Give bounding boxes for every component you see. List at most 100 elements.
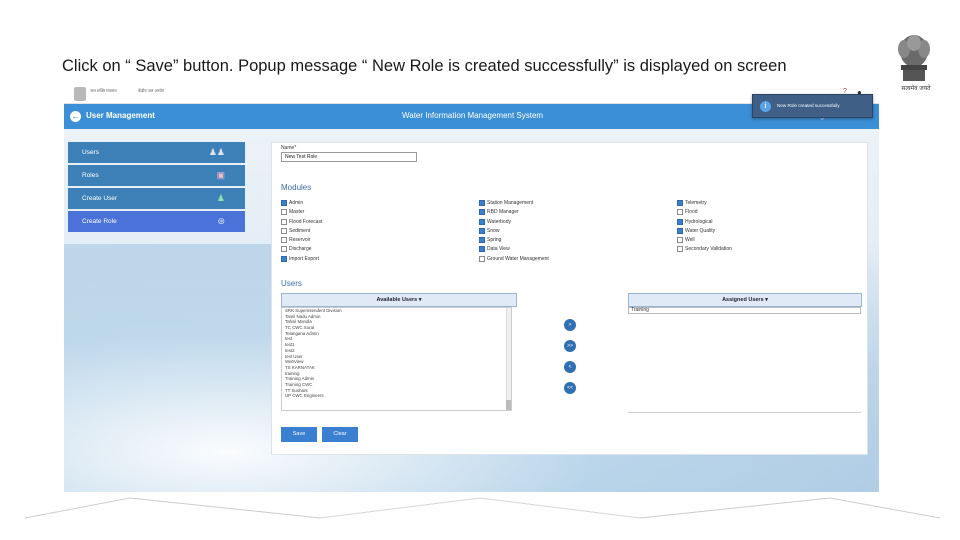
module-label: Secondary Validation bbox=[685, 246, 732, 253]
success-toast: i New Role created successfully bbox=[752, 94, 873, 118]
list-scrollbar[interactable] bbox=[506, 308, 511, 410]
module-label: Flood Forecast bbox=[289, 218, 323, 225]
assigned-users-header[interactable]: Assigned Users ▾ bbox=[628, 293, 862, 307]
sidebar-item-roles[interactable]: Roles ▣ bbox=[68, 165, 245, 186]
gov-header-left: जल शक्ति मंत्रालय bbox=[90, 88, 117, 93]
modules-column-2: Station Management RBD Manager Waterbody Sn… bbox=[479, 199, 549, 264]
module-label: Discharge bbox=[289, 246, 312, 253]
module-option[interactable]: Station Management bbox=[479, 199, 549, 208]
sidebar: Users ♟♟ Roles ▣ Create User ♟ Create Ro… bbox=[68, 142, 245, 234]
available-users-list[interactable]: SRK Superintendent Division Tamil Nadu Ad… bbox=[281, 307, 512, 411]
module-label: Flood bbox=[685, 209, 698, 216]
module-checkbox[interactable] bbox=[677, 200, 683, 206]
add-user-icon: ♟ bbox=[216, 193, 225, 203]
move-all-right-button[interactable]: >> bbox=[564, 340, 576, 352]
move-all-left-button[interactable]: << bbox=[564, 382, 576, 394]
sidebar-item-label: Create Role bbox=[82, 218, 117, 225]
module-label: Admin bbox=[289, 200, 304, 206]
role-name-input[interactable]: New Test Role bbox=[281, 152, 417, 162]
module-option[interactable]: Waterbody bbox=[479, 218, 549, 227]
clear-button[interactable]: Clear bbox=[322, 427, 358, 442]
module-option[interactable]: Flood Forecast bbox=[281, 218, 322, 227]
module-label: RBD Manager bbox=[487, 209, 519, 216]
module-checkbox[interactable] bbox=[479, 246, 485, 253]
module-checkbox[interactable] bbox=[281, 209, 287, 216]
create-role-icon: ⊛ bbox=[217, 216, 225, 226]
module-label: Spring bbox=[487, 237, 502, 244]
app-screenshot: जल शक्ति मंत्रालय केंद्रीय जल आयोग ? ● ←… bbox=[64, 84, 879, 492]
module-label: Master bbox=[289, 209, 305, 216]
create-role-form: Name* New Test Role Modules Admin Master F… bbox=[271, 142, 868, 455]
scroll-thumb[interactable] bbox=[506, 400, 511, 410]
module-option[interactable]: Flood bbox=[677, 208, 732, 217]
modules-heading: Modules bbox=[281, 183, 312, 192]
system-title: Water Information Management System bbox=[402, 111, 544, 120]
available-users-header[interactable]: Available Users ▾ bbox=[281, 293, 517, 307]
module-label: Telemetry bbox=[685, 200, 707, 206]
module-checkbox[interactable] bbox=[479, 237, 485, 244]
module-label: Sediment bbox=[289, 227, 311, 234]
module-checkbox[interactable] bbox=[479, 200, 485, 206]
module-checkbox[interactable] bbox=[677, 237, 683, 244]
module-label: Well bbox=[685, 237, 695, 244]
module-label: Ground Water Management bbox=[487, 255, 549, 262]
module-option[interactable]: Hydrological bbox=[677, 218, 732, 227]
users-heading: Users bbox=[281, 279, 302, 288]
module-option[interactable]: Telemetry bbox=[677, 199, 732, 208]
module-checkbox[interactable] bbox=[281, 255, 287, 262]
modules-column-3: Telemetry Flood Hydrological Water Quality W… bbox=[677, 199, 732, 255]
save-button[interactable]: Save bbox=[281, 427, 317, 442]
module-option[interactable]: Water Quality bbox=[677, 227, 732, 236]
move-left-button[interactable]: < bbox=[564, 361, 576, 373]
module-checkbox[interactable] bbox=[281, 227, 287, 234]
module-option[interactable]: Reservoir bbox=[281, 236, 322, 245]
module-checkbox[interactable] bbox=[479, 209, 485, 216]
module-option[interactable]: Secondary Validation bbox=[677, 245, 732, 254]
module-checkbox[interactable] bbox=[479, 218, 485, 225]
module-option[interactable]: Spring bbox=[479, 236, 549, 245]
module-option[interactable]: Import Export bbox=[281, 255, 322, 264]
info-icon: i bbox=[760, 101, 771, 112]
page-title: User Management bbox=[86, 111, 155, 120]
module-label: Reservoir bbox=[289, 237, 311, 244]
sidebar-item-create-user[interactable]: Create User ♟ bbox=[68, 188, 245, 209]
module-option[interactable]: Snow bbox=[479, 227, 549, 236]
gov-logo-icon bbox=[74, 87, 86, 101]
module-checkbox[interactable] bbox=[479, 227, 485, 234]
sidebar-item-label: Create User bbox=[82, 195, 118, 202]
module-option[interactable]: Discharge bbox=[281, 245, 322, 254]
back-arrow-icon[interactable]: ← bbox=[70, 111, 81, 122]
module-option[interactable]: Ground Water Management bbox=[479, 255, 549, 264]
module-option[interactable]: Master bbox=[281, 208, 322, 217]
module-checkbox[interactable] bbox=[677, 227, 683, 234]
module-checkbox[interactable] bbox=[281, 218, 287, 225]
sidebar-item-users[interactable]: Users ♟♟ bbox=[68, 142, 245, 163]
sidebar-item-create-role[interactable]: Create Role ⊛ bbox=[68, 211, 245, 232]
assigned-users-list[interactable]: Training bbox=[628, 307, 861, 413]
assigned-user-row[interactable]: Training bbox=[628, 307, 861, 314]
module-option[interactable]: Sediment bbox=[281, 227, 322, 236]
module-checkbox[interactable] bbox=[281, 246, 287, 253]
module-checkbox[interactable] bbox=[677, 209, 683, 216]
module-checkbox[interactable] bbox=[479, 255, 485, 262]
module-checkbox[interactable] bbox=[281, 237, 287, 244]
slide: Click on “ Save” button. Popup message “… bbox=[0, 0, 960, 540]
module-option[interactable]: Data View bbox=[479, 245, 549, 254]
module-label: Data View bbox=[487, 246, 510, 253]
module-checkbox[interactable] bbox=[281, 200, 287, 206]
available-user-row[interactable]: UP CWC Engineers bbox=[282, 393, 511, 399]
module-option[interactable]: RBD Manager bbox=[479, 208, 549, 217]
module-option[interactable]: Admin bbox=[281, 199, 322, 208]
module-option[interactable]: Well bbox=[677, 236, 732, 245]
toast-message: New Role created successfully bbox=[777, 103, 840, 108]
roles-icon: ▣ bbox=[216, 170, 225, 180]
sidebar-item-label: Roles bbox=[82, 172, 99, 179]
module-checkbox[interactable] bbox=[677, 246, 683, 253]
module-checkbox[interactable] bbox=[677, 218, 683, 225]
gov-header-right: केंद्रीय जल आयोग bbox=[138, 88, 165, 93]
module-label: Snow bbox=[487, 227, 500, 234]
modules-column-1: Admin Master Flood Forecast Sediment Reservo… bbox=[281, 199, 322, 264]
module-label: Hydrological bbox=[685, 218, 713, 225]
move-right-button[interactable]: > bbox=[564, 319, 576, 331]
users-icon: ♟♟ bbox=[208, 147, 225, 157]
